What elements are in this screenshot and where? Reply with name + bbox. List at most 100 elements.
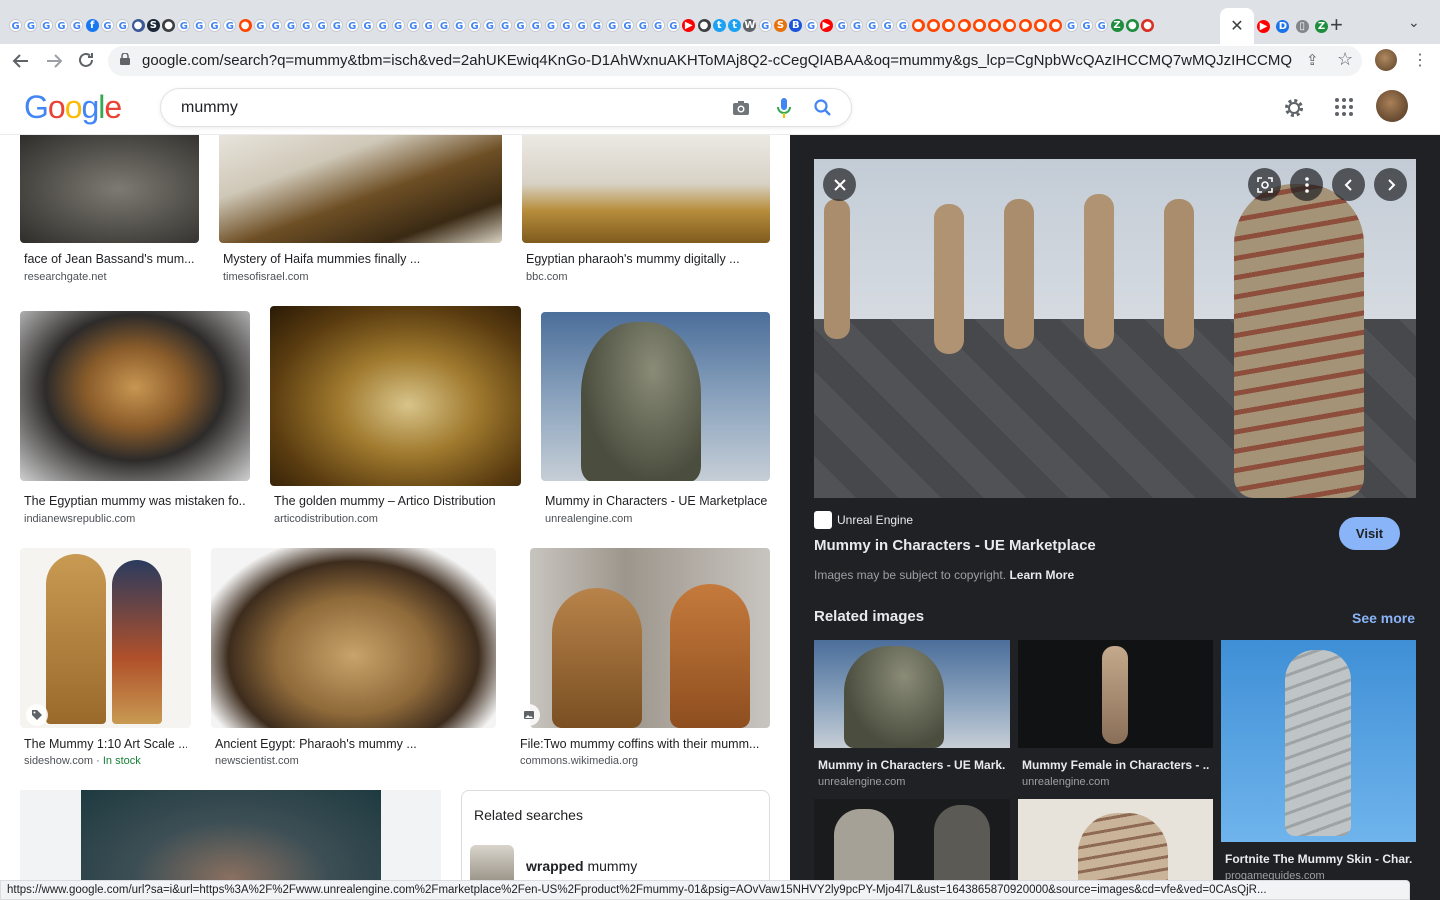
result-source[interactable]: articodistribution.com <box>274 513 378 525</box>
result-source[interactable]: indianewsrepublic.com <box>24 513 135 525</box>
tab-favicon[interactable]: G <box>253 17 268 33</box>
close-preview-button[interactable] <box>823 168 856 201</box>
tab-favicon[interactable]: G <box>452 17 467 33</box>
result-title[interactable]: Mystery of Haifa mummies finally ... <box>223 252 498 266</box>
tab-favicon[interactable]: G <box>100 17 115 33</box>
tab-favicon[interactable]: G <box>758 17 773 33</box>
chevron-left-icon[interactable] <box>1344 178 1354 192</box>
tab-favicon[interactable]: ● <box>926 17 941 33</box>
tab-favicon[interactable]: G <box>605 17 620 33</box>
tab-favicon[interactable]: G <box>390 17 405 33</box>
tab-favicon[interactable]: Z <box>1109 17 1124 33</box>
preview-site-name[interactable]: Unreal Engine <box>837 513 913 527</box>
result-card[interactable]: face of Jean Bassand's mum... researchga… <box>20 135 199 285</box>
search-box[interactable]: mummy <box>160 88 852 127</box>
tab-favicon[interactable]: G <box>421 17 436 33</box>
tab-favicon[interactable]: S <box>773 17 788 33</box>
tab-favicon[interactable]: G <box>39 17 54 33</box>
tab-favicon[interactable]: S <box>146 17 161 33</box>
result-thumbnail[interactable] <box>211 548 496 728</box>
result-source[interactable]: newscientist.com <box>215 755 299 767</box>
result-source[interactable]: timesofisrael.com <box>223 271 309 283</box>
result-thumbnail[interactable] <box>20 311 250 481</box>
tab-favicon[interactable]: G <box>192 17 207 33</box>
learn-more-link[interactable]: Learn More <box>1009 568 1074 582</box>
tab-favicon[interactable]: G <box>283 17 298 33</box>
result-thumbnail[interactable] <box>530 548 770 728</box>
tab-favicon[interactable]: G <box>406 17 421 33</box>
related-image-title[interactable]: Mummy Female in Characters - ... <box>1022 758 1209 772</box>
see-more-link[interactable]: See more <box>1352 610 1415 626</box>
google-account-avatar[interactable] <box>1376 90 1408 122</box>
tab-favicon[interactable]: G <box>666 17 681 33</box>
tab-favicon[interactable]: G <box>620 17 635 33</box>
lens-button[interactable] <box>1248 168 1281 201</box>
more-options-button[interactable] <box>1290 168 1323 201</box>
result-card[interactable]: Ancient Egypt: Pharaoh's mummy ... newsc… <box>211 548 496 770</box>
tab-favicon[interactable]: G <box>559 17 574 33</box>
preview-title[interactable]: Mummy in Characters - UE Marketplace <box>814 537 1096 554</box>
result-title[interactable]: Egyptian pharaoh's mummy digitally ... <box>526 252 766 266</box>
tab-favicon[interactable]: G <box>498 17 513 33</box>
previous-image-button[interactable] <box>1332 168 1365 201</box>
tab-favicon[interactable]: G <box>513 17 528 33</box>
result-title[interactable]: The Mummy 1:10 Art Scale ... <box>24 737 187 751</box>
tab-favicon[interactable]: ▶ <box>681 17 696 33</box>
settings-gear-icon[interactable] <box>1282 96 1306 120</box>
result-title[interactable]: Ancient Egypt: Pharaoh's mummy ... <box>215 737 492 751</box>
tab-favicon[interactable]: ● <box>1048 17 1063 33</box>
tab-favicon[interactable]: G <box>482 17 497 33</box>
tab-favicon[interactable]: G <box>360 17 375 33</box>
tab-favicon[interactable]: ● <box>130 17 145 33</box>
tab-favicon[interactable]: t <box>712 17 727 33</box>
related-image-title[interactable]: Mummy in Characters - UE Mark... <box>818 758 1006 772</box>
chevron-right-icon[interactable] <box>1386 178 1396 192</box>
result-source-domain[interactable]: sideshow.com <box>24 755 93 767</box>
result-card[interactable]: Mummy in Characters - UE Marketplace unr… <box>541 306 770 528</box>
google-lens-icon[interactable] <box>1256 176 1273 193</box>
result-card[interactable]: The Egyptian mummy was mistaken fo... in… <box>20 306 250 528</box>
tab-favicon[interactable]: B <box>788 17 803 33</box>
tab-favicon[interactable]: G <box>8 17 23 33</box>
preview-site-row[interactable]: Unreal Engine <box>814 511 913 529</box>
tab-favicon[interactable]: G <box>299 17 314 33</box>
result-source[interactable]: bbc.com <box>526 271 568 283</box>
reload-icon[interactable] <box>77 51 95 69</box>
tab-favicon[interactable]: G <box>1094 17 1109 33</box>
visit-button[interactable]: Visit <box>1339 517 1400 550</box>
related-image-thumbnail[interactable] <box>814 640 1010 748</box>
result-card[interactable]: Mystery of Haifa mummies finally ... tim… <box>219 135 502 285</box>
related-search-text[interactable]: wrapped mummy <box>526 858 637 874</box>
related-image-title[interactable]: Fortnite The Mummy Skin - Char... <box>1225 852 1412 866</box>
new-tab-button[interactable]: + <box>1330 12 1343 38</box>
related-image-thumbnail[interactable] <box>1221 640 1416 842</box>
tab-favicon[interactable]: G <box>329 17 344 33</box>
tab-favicon[interactable]: G <box>23 17 38 33</box>
search-icon[interactable] <box>813 98 833 118</box>
result-card[interactable]: Egyptian pharaoh's mummy digitally ... b… <box>522 135 770 285</box>
tab-favicon[interactable]: ● <box>1125 17 1140 33</box>
tab-favicon[interactable]: G <box>589 17 604 33</box>
bookmark-star-icon[interactable]: ☆ <box>1337 49 1353 70</box>
tab-favicon[interactable]: G <box>528 17 543 33</box>
tab-favicon[interactable]: G <box>574 17 589 33</box>
tab-favicon[interactable]: ● <box>911 17 926 33</box>
tab-favicon[interactable]: G <box>207 17 222 33</box>
result-thumbnail[interactable] <box>522 135 770 243</box>
url-text[interactable]: google.com/search?q=mummy&tbm=isch&ved=2… <box>142 52 1292 69</box>
tab-favicon[interactable]: G <box>834 17 849 33</box>
tab-favicon[interactable]: ▶ <box>819 17 834 33</box>
tab-favicon[interactable]: G <box>849 17 864 33</box>
next-image-button[interactable] <box>1374 168 1407 201</box>
camera-icon[interactable] <box>731 98 751 118</box>
tab-favicon[interactable]: G <box>314 17 329 33</box>
active-tab[interactable]: ✕ <box>1220 8 1254 44</box>
tab-favicon[interactable]: G <box>543 17 558 33</box>
tab-favicon[interactable]: G <box>467 17 482 33</box>
result-thumbnail[interactable] <box>219 135 502 243</box>
result-source[interactable]: commons.wikimedia.org <box>520 755 638 767</box>
result-thumbnail[interactable] <box>20 135 199 243</box>
tab-favicon[interactable]: ▶ <box>1256 18 1271 34</box>
tab-favicon[interactable]: G <box>375 17 390 33</box>
search-input[interactable]: mummy <box>181 99 238 117</box>
